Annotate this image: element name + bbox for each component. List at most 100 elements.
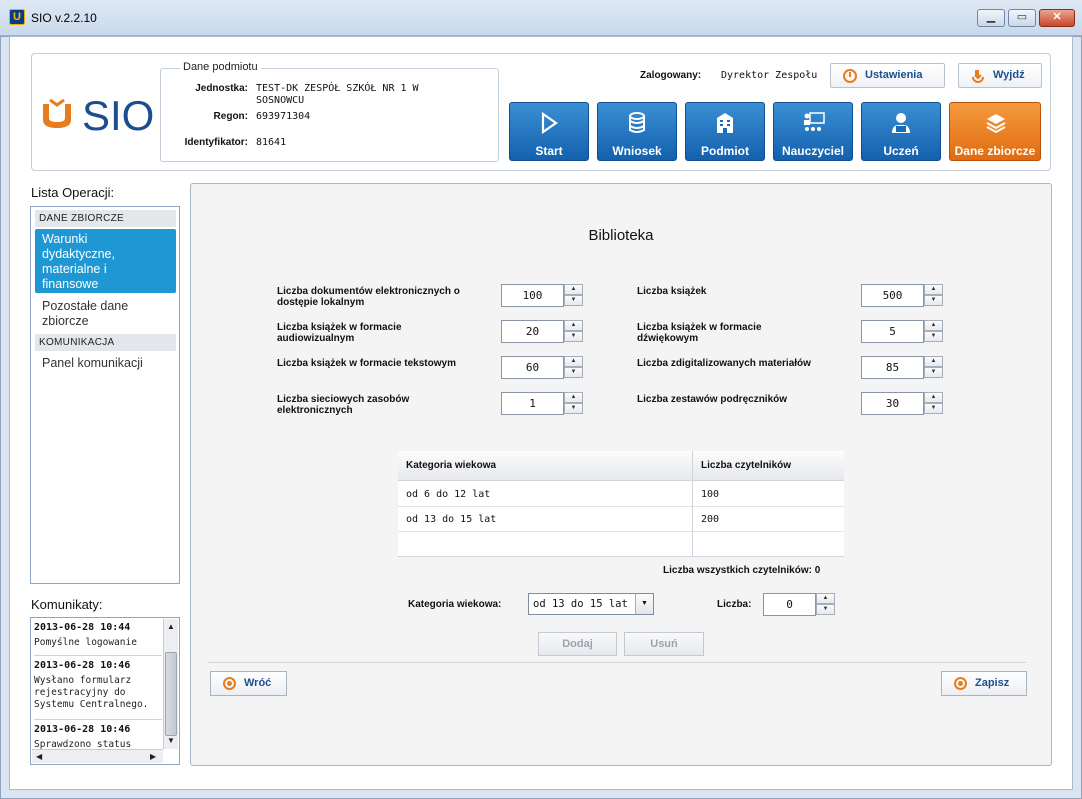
field-label-line1: Liczba sieciowych zasobów: [277, 394, 410, 405]
spinner-value[interactable]: 30: [861, 392, 924, 415]
field-sieciowych-label: Liczba sieciowych zasobów elektronicznyc…: [277, 394, 497, 416]
op-warunki[interactable]: Warunki dydaktyczne, materialne i finans…: [35, 229, 176, 293]
messages-panel: 2013-06-28 10:44 Pomyślne logowanie 2013…: [30, 617, 180, 765]
divider: [208, 662, 1026, 663]
spinner-value[interactable]: 60: [501, 356, 564, 379]
op-panel-komunikacji-label: Panel komunikacji: [42, 356, 143, 370]
add-button[interactable]: Dodaj: [538, 632, 617, 656]
op-pozostale[interactable]: Pozostałe dane zbiorcze: [35, 299, 176, 329]
logout-button[interactable]: Wyjdź: [958, 63, 1042, 88]
spinner-down-icon[interactable]: ▼: [924, 367, 943, 378]
save-button[interactable]: Zapisz: [941, 671, 1027, 696]
spinner-down-icon[interactable]: ▼: [924, 331, 943, 342]
books-icon: [986, 114, 1006, 134]
spinner-down-icon[interactable]: ▼: [816, 604, 835, 615]
regon-label: Regon:: [213, 111, 248, 122]
spinner-up-icon[interactable]: ▲: [564, 392, 583, 403]
field-tekstowym-spinner[interactable]: 60 ▲ ▼: [501, 356, 584, 379]
field-audiowizualnym-label: Liczba książek w formacie audiowizualnym: [277, 322, 497, 344]
minimize-button[interactable]: ▁: [977, 9, 1005, 27]
spinner-up-icon[interactable]: ▲: [564, 320, 583, 331]
scroll-left-icon[interactable]: ◀: [36, 752, 42, 761]
tile-nauczyciel[interactable]: Nauczyciel: [773, 102, 853, 161]
messages-horizontal-scrollbar[interactable]: ◀ ▶: [32, 749, 163, 763]
unit-value-line1: TEST-DK ZESPÓŁ SZKÓŁ NR 1 W: [256, 83, 419, 94]
tile-start[interactable]: Start: [509, 102, 589, 161]
tile-uczen[interactable]: Uczeń: [861, 102, 941, 161]
total-readers: Liczba wszystkich czytelników: 0: [663, 565, 821, 576]
field-ksiazek-spinner[interactable]: 500 ▲ ▼: [861, 284, 944, 307]
tile-uczen-label: Uczeń: [883, 144, 919, 158]
spinner-up-icon[interactable]: ▲: [564, 356, 583, 367]
settings-button-label: Ustawienia: [865, 69, 923, 81]
table-column-separator: [692, 451, 693, 557]
tile-podmiot-label: Podmiot: [701, 144, 749, 158]
field-dokumenty-spinner[interactable]: 100 ▲ ▼: [501, 284, 584, 307]
message-text-line1: Wysłano formularz: [34, 675, 132, 686]
spinner-down-icon[interactable]: ▼: [564, 295, 583, 306]
field-label-line1: Liczba książek w formacie: [637, 322, 762, 333]
maximize-button[interactable]: ▭: [1008, 9, 1036, 27]
table-cell[interactable]: 100: [693, 482, 844, 507]
table-cell[interactable]: od 6 do 12 lat: [398, 482, 692, 507]
spinner-value[interactable]: 1: [501, 392, 564, 415]
spinner-value[interactable]: 100: [501, 284, 564, 307]
scroll-down-icon[interactable]: ▼: [167, 736, 175, 745]
field-label-line1: Liczba książek w formacie: [277, 322, 402, 333]
message-item: 2013-06-28 10:46 Sprawdzono status: [34, 724, 162, 751]
count-spinner[interactable]: 0 ▲ ▼: [763, 593, 835, 616]
back-icon: [223, 677, 236, 690]
op-warunki-line3: materialne i: [42, 262, 107, 276]
remove-button[interactable]: Usuń: [624, 632, 704, 656]
spinner-down-icon[interactable]: ▼: [564, 331, 583, 342]
spinner-value[interactable]: 85: [861, 356, 924, 379]
field-dzwiekowym-label: Liczba książek w formacie dźwiękowym: [637, 322, 857, 344]
table-header-readers[interactable]: Liczba czytelników: [693, 451, 844, 481]
messages-scroll-thumb[interactable]: [165, 652, 177, 736]
spinner-up-icon[interactable]: ▲: [816, 593, 835, 604]
table-cell[interactable]: od 13 do 15 lat: [398, 507, 692, 532]
spinner-down-icon[interactable]: ▼: [564, 367, 583, 378]
spinner-up-icon[interactable]: ▲: [564, 284, 583, 295]
spinner-up-icon[interactable]: ▲: [924, 356, 943, 367]
scroll-right-icon[interactable]: ▶: [150, 752, 156, 761]
close-button[interactable]: ✕: [1039, 9, 1075, 27]
window-title: SIO v.2.2.10: [31, 11, 97, 25]
tile-dane-zbiorcze[interactable]: Dane zbiorcze: [949, 102, 1041, 161]
spinner-down-icon[interactable]: ▼: [564, 403, 583, 414]
field-podrecznikow-spinner[interactable]: 30 ▲ ▼: [861, 392, 944, 415]
field-zdigitalizowanych-spinner[interactable]: 85 ▲ ▼: [861, 356, 944, 379]
spinner-value[interactable]: 500: [861, 284, 924, 307]
field-audiowizualnym-spinner[interactable]: 20 ▲ ▼: [501, 320, 584, 343]
op-panel-komunikacji[interactable]: Panel komunikacji: [35, 356, 176, 371]
identifier-label: Identyfikator:: [184, 137, 248, 148]
spinner-up-icon[interactable]: ▲: [924, 320, 943, 331]
settings-button[interactable]: Ustawienia: [830, 63, 945, 88]
field-sieciowych-spinner[interactable]: 1 ▲ ▼: [501, 392, 584, 415]
message-item: 2013-06-28 10:44 Pomyślne logowanie: [34, 622, 162, 649]
teacher-icon: [804, 112, 825, 131]
tile-start-label: Start: [535, 144, 563, 158]
regon-value: 693971304: [256, 111, 311, 122]
logged-in-user: Dyrektor Zespołu: [721, 70, 818, 81]
message-item: 2013-06-28 10:46 Wysłano formularz rejes…: [34, 660, 162, 711]
spinner-down-icon[interactable]: ▼: [924, 403, 943, 414]
tile-wniosek[interactable]: Wniosek: [597, 102, 677, 161]
tile-dane-zbiorcze-label: Dane zbiorcze: [954, 144, 1036, 158]
spinner-down-icon[interactable]: ▼: [924, 295, 943, 306]
tile-podmiot[interactable]: Podmiot: [685, 102, 765, 161]
chevron-down-icon[interactable]: ▼: [635, 594, 653, 614]
message-text-line2: rejestracyjny do: [34, 687, 126, 698]
section-komunikacja: KOMUNIKACJA: [35, 334, 176, 351]
table-cell[interactable]: 200: [693, 507, 844, 532]
spinner-up-icon[interactable]: ▲: [924, 392, 943, 403]
spinner-value[interactable]: 20: [501, 320, 564, 343]
spinner-value[interactable]: 0: [763, 593, 816, 616]
table-header-category[interactable]: Kategoria wiekowa: [398, 451, 692, 481]
scroll-up-icon[interactable]: ▲: [167, 622, 175, 631]
spinner-up-icon[interactable]: ▲: [924, 284, 943, 295]
category-select[interactable]: od 13 do 15 lat ▼: [528, 593, 654, 615]
back-button[interactable]: Wróć: [210, 671, 287, 696]
spinner-value[interactable]: 5: [861, 320, 924, 343]
field-dzwiekowym-spinner[interactable]: 5 ▲ ▼: [861, 320, 944, 343]
